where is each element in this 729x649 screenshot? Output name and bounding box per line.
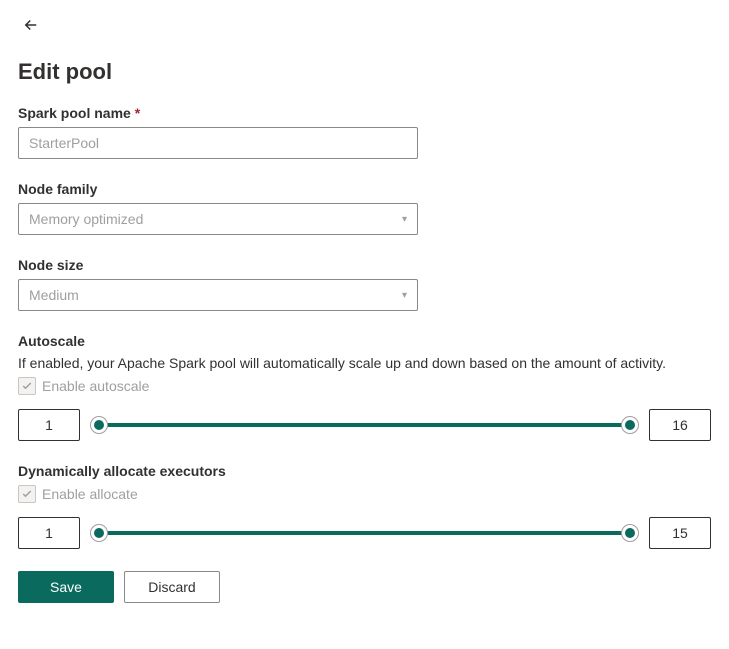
pool-name-input[interactable] (18, 127, 418, 159)
node-size-select[interactable]: Medium ▾ (18, 279, 418, 311)
pool-name-label: Spark pool name * (18, 105, 711, 121)
button-row: Save Discard (18, 571, 711, 603)
dyn-alloc-label: Dynamically allocate executors (18, 463, 711, 479)
node-family-value: Memory optimized (29, 211, 143, 227)
arrow-left-icon (22, 16, 40, 34)
section-autoscale: Autoscale If enabled, your Apache Spark … (18, 333, 711, 441)
autoscale-description: If enabled, your Apache Spark pool will … (18, 355, 711, 371)
save-button[interactable]: Save (18, 571, 114, 603)
autoscale-slider[interactable] (94, 415, 635, 435)
node-size-label: Node size (18, 257, 711, 273)
dyn-alloc-max-input[interactable]: 15 (649, 517, 711, 549)
field-spark-pool-name: Spark pool name * (18, 105, 711, 159)
autoscale-label: Autoscale (18, 333, 711, 349)
field-node-family: Node family Memory optimized ▾ (18, 181, 711, 235)
section-dynamic-allocate: Dynamically allocate executors Enable al… (18, 463, 711, 549)
dyn-alloc-checkbox-label: Enable allocate (42, 486, 138, 502)
page-title: Edit pool (18, 59, 711, 85)
check-icon (21, 488, 33, 500)
dyn-alloc-slider[interactable] (94, 523, 635, 543)
node-size-value: Medium (29, 287, 79, 303)
slider-thumb-min[interactable] (90, 416, 108, 434)
node-family-label: Node family (18, 181, 711, 197)
autoscale-max-input[interactable]: 16 (649, 409, 711, 441)
chevron-down-icon: ▾ (402, 214, 407, 225)
field-node-size: Node size Medium ▾ (18, 257, 711, 311)
required-star: * (135, 105, 140, 121)
node-family-select[interactable]: Memory optimized ▾ (18, 203, 418, 235)
dyn-alloc-min-input[interactable]: 1 (18, 517, 80, 549)
autoscale-checkbox[interactable] (18, 377, 36, 395)
discard-button[interactable]: Discard (124, 571, 220, 603)
slider-thumb-max[interactable] (621, 416, 639, 434)
back-button[interactable] (18, 12, 44, 41)
slider-track (94, 531, 635, 535)
check-icon (21, 380, 33, 392)
chevron-down-icon: ▾ (402, 290, 407, 301)
autoscale-min-input[interactable]: 1 (18, 409, 80, 441)
slider-thumb-max[interactable] (621, 524, 639, 542)
dyn-alloc-checkbox[interactable] (18, 485, 36, 503)
autoscale-checkbox-label: Enable autoscale (42, 378, 149, 394)
slider-track (94, 423, 635, 427)
slider-thumb-min[interactable] (90, 524, 108, 542)
